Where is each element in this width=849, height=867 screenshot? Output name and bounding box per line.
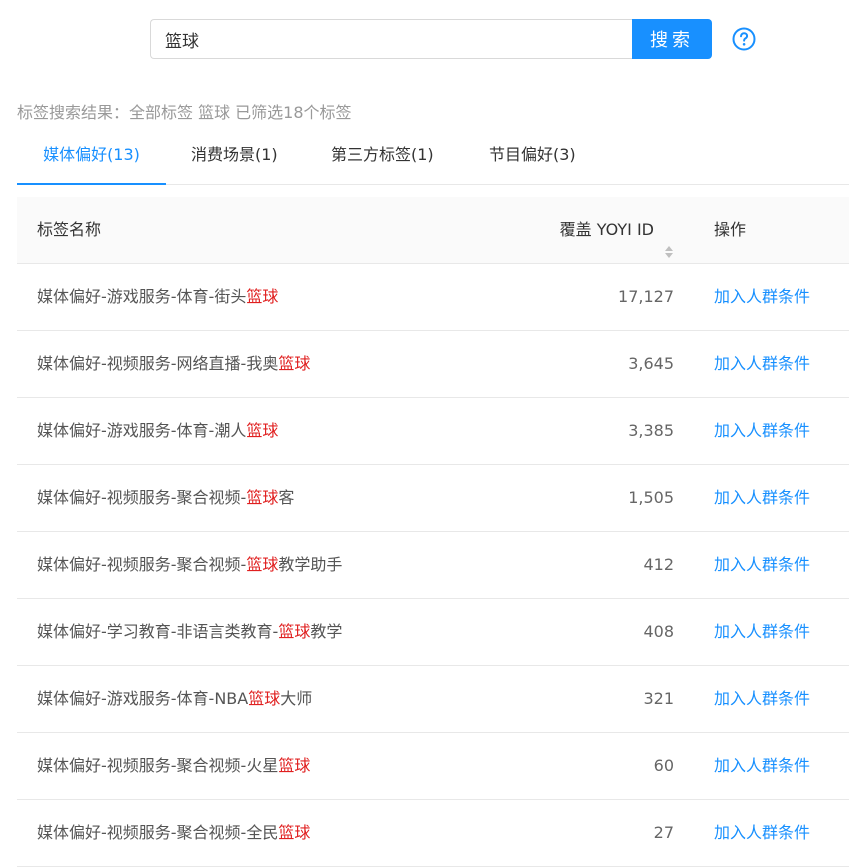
cover-count: 408: [643, 622, 674, 641]
search-input[interactable]: [150, 19, 632, 59]
question-circle-icon[interactable]: [732, 27, 756, 51]
table-header: 标签名称 覆盖 YOYI ID 操作: [17, 197, 849, 264]
add-to-audience-link[interactable]: 加入人群条件: [714, 800, 810, 866]
cover-count: 60: [653, 756, 674, 775]
table-row: 媒体偏好-学习教育-非语言类教育-篮球教学 408 加入人群条件: [17, 599, 849, 666]
tag-name: 媒体偏好-视频服务-聚合视频-火星篮球: [37, 756, 311, 775]
cover-count: 3,385: [628, 421, 674, 440]
column-header-cover[interactable]: 覆盖 YOYI ID: [560, 197, 674, 263]
table-row: 媒体偏好-视频服务-聚合视频-篮球客 1,505 加入人群条件: [17, 465, 849, 532]
add-to-audience-link[interactable]: 加入人群条件: [714, 465, 810, 531]
column-header-name: 标签名称: [37, 220, 102, 239]
tab-consumption-scene[interactable]: 消费场景(1): [191, 135, 278, 185]
add-to-audience-link[interactable]: 加入人群条件: [714, 398, 810, 464]
cover-count: 412: [643, 555, 674, 574]
tag-name: 媒体偏好-视频服务-网络直播-我奥篮球: [37, 354, 311, 373]
tab-media-preference[interactable]: 媒体偏好(13): [17, 135, 166, 185]
result-summary: 标签搜索结果：全部标签 篮球 已筛选18个标签: [17, 103, 352, 122]
tag-name: 媒体偏好-游戏服务-体育-街头篮球: [37, 287, 279, 306]
search-bar: 搜索: [150, 19, 756, 59]
table-row: 媒体偏好-游戏服务-体育-街头篮球 17,127 加入人群条件: [17, 264, 849, 331]
table-row: 媒体偏好-游戏服务-体育-NBA篮球大师 321 加入人群条件: [17, 666, 849, 733]
tag-name: 媒体偏好-游戏服务-体育-NBA篮球大师: [37, 689, 313, 708]
column-header-op: 操作: [714, 220, 747, 239]
tag-name: 媒体偏好-视频服务-聚合视频-篮球客: [37, 488, 295, 507]
cover-count: 321: [643, 689, 674, 708]
add-to-audience-link[interactable]: 加入人群条件: [714, 532, 810, 598]
tag-name: 媒体偏好-视频服务-聚合视频-篮球教学助手: [37, 555, 343, 574]
tab-program-preference[interactable]: 节目偏好(3): [489, 135, 576, 185]
tag-name: 媒体偏好-游戏服务-体育-潮人篮球: [37, 421, 279, 440]
cover-count: 3,645: [628, 354, 674, 373]
table-row: 媒体偏好-视频服务-聚合视频-火星篮球 60 加入人群条件: [17, 733, 849, 800]
sort-icon[interactable]: [664, 222, 674, 258]
tag-name: 媒体偏好-视频服务-聚合视频-全民篮球: [37, 823, 311, 842]
table-row: 媒体偏好-视频服务-聚合视频-全民篮球 27 加入人群条件: [17, 800, 849, 867]
column-header-cover-label: 覆盖 YOYI ID: [559, 220, 654, 239]
add-to-audience-link[interactable]: 加入人群条件: [714, 331, 810, 397]
add-to-audience-link[interactable]: 加入人群条件: [714, 264, 810, 330]
category-tabs: 媒体偏好(13) 消费场景(1) 第三方标签(1) 节目偏好(3): [17, 135, 849, 185]
cover-count: 17,127: [618, 287, 674, 306]
cover-count: 27: [653, 823, 674, 842]
search-button[interactable]: 搜索: [632, 19, 712, 59]
tab-third-party[interactable]: 第三方标签(1): [331, 135, 434, 185]
table-row: 媒体偏好-游戏服务-体育-潮人篮球 3,385 加入人群条件: [17, 398, 849, 465]
cover-count: 1,505: [628, 488, 674, 507]
add-to-audience-link[interactable]: 加入人群条件: [714, 733, 810, 799]
tag-name: 媒体偏好-学习教育-非语言类教育-篮球教学: [37, 622, 343, 641]
add-to-audience-link[interactable]: 加入人群条件: [714, 666, 810, 732]
tag-table: 标签名称 覆盖 YOYI ID 操作 媒体偏好-游戏服务-体育-街头篮球 17,…: [17, 197, 849, 867]
add-to-audience-link[interactable]: 加入人群条件: [714, 599, 810, 665]
table-row: 媒体偏好-视频服务-网络直播-我奥篮球 3,645 加入人群条件: [17, 331, 849, 398]
table-row: 媒体偏好-视频服务-聚合视频-篮球教学助手 412 加入人群条件: [17, 532, 849, 599]
